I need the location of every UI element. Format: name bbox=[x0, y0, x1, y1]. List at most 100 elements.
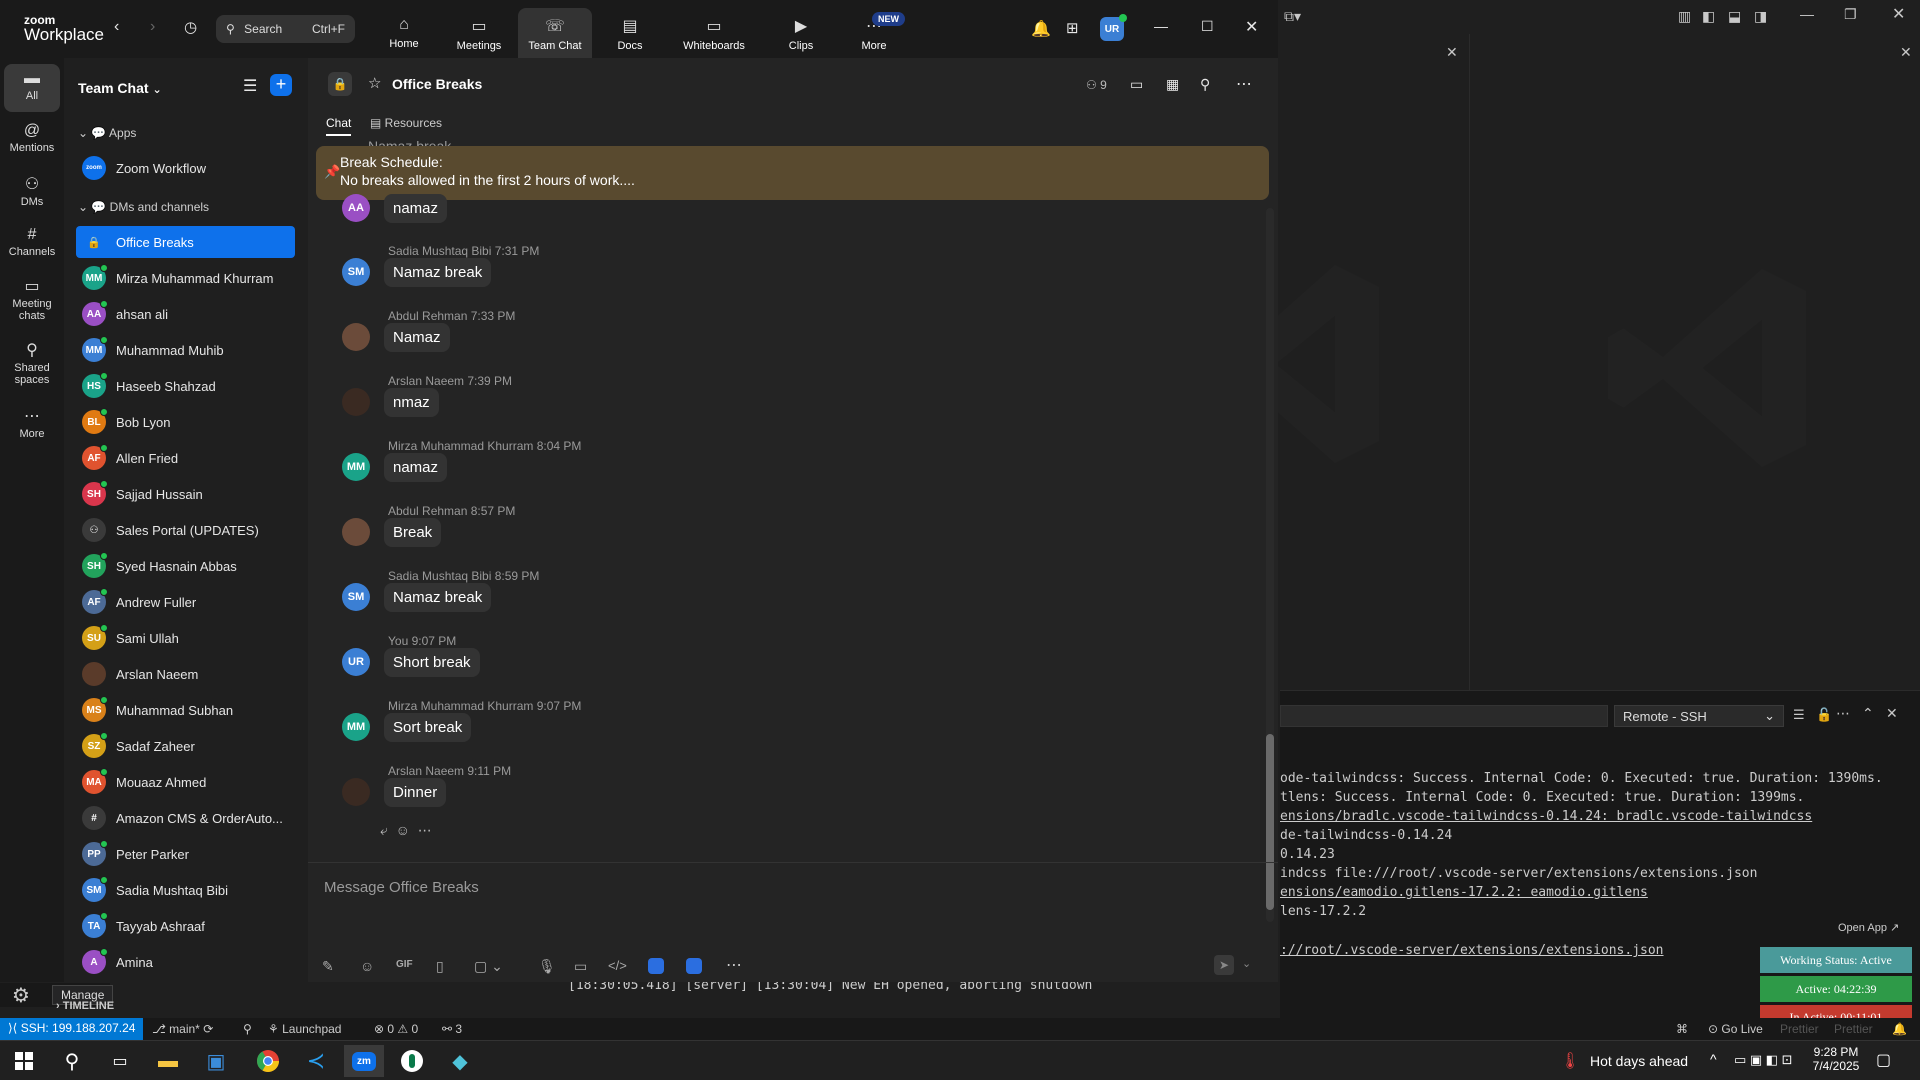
restore-icon[interactable]: ❐ bbox=[1844, 6, 1857, 23]
microphone-icon[interactable]: 🎙 bbox=[538, 958, 556, 975]
launchpad-item[interactable]: ⚘ Launchpad bbox=[268, 1022, 341, 1036]
screenshot-icon[interactable]: ▢ ⌄ bbox=[474, 958, 503, 975]
close-icon[interactable]: ✕ bbox=[1245, 17, 1258, 37]
avatar[interactable]: MM bbox=[342, 713, 370, 741]
app-taskbar-icon[interactable] bbox=[392, 1045, 432, 1077]
search-input[interactable]: ⚲ Search Ctrl+F bbox=[216, 15, 355, 43]
avatar[interactable] bbox=[342, 388, 370, 416]
sidebar-item-contact[interactable]: A Amina bbox=[76, 946, 295, 978]
zoom-taskbar-icon[interactable]: zm bbox=[344, 1045, 384, 1077]
message-item[interactable]: Arslan Naeem 7:39 PM nmaz bbox=[332, 374, 932, 430]
message-item[interactable]: Abdul Rehman 7:33 PM Namaz bbox=[332, 309, 932, 365]
store-icon[interactable]: ▣ bbox=[196, 1045, 236, 1077]
nav-whiteboards[interactable]: ▭ Whiteboards bbox=[676, 8, 752, 58]
star-icon[interactable]: ☆ bbox=[368, 74, 381, 92]
pinned-message[interactable]: 📌 Break Schedule: No breaks allowed in t… bbox=[316, 146, 1269, 200]
remote-ssh-indicator[interactable]: ⟩⟨ SSH: 199.188.207.24 bbox=[0, 1018, 144, 1040]
message-item[interactable]: Abdul Rehman 8:57 PM Break bbox=[332, 504, 932, 560]
tray-chevron-icon[interactable]: ^ bbox=[1710, 1051, 1717, 1067]
more-icon[interactable]: ⋯ bbox=[1836, 705, 1850, 722]
nav-home[interactable]: ⌂ Home bbox=[367, 8, 441, 58]
tab-chat[interactable]: Chat bbox=[326, 116, 352, 136]
video-call-icon[interactable]: ▭ bbox=[1130, 76, 1143, 93]
message-item[interactable]: Arslan Naeem 9:11 PM Dinner bbox=[332, 764, 932, 820]
close-panel-icon[interactable]: ✕ bbox=[1886, 705, 1898, 722]
sidebar-item-contact[interactable]: HS Haseeb Shahzad bbox=[76, 370, 295, 402]
forward-icon[interactable]: › bbox=[150, 18, 155, 36]
avatar[interactable]: UR bbox=[342, 648, 370, 676]
sidebar-item-contact[interactable]: ⚇ Sales Portal (UPDATES) bbox=[76, 514, 295, 546]
sidebar-item-contact[interactable]: SH Syed Hasnain Abbas bbox=[76, 550, 295, 582]
minimize-icon[interactable]: — bbox=[1800, 6, 1814, 22]
filter-icon[interactable]: ☰ bbox=[243, 76, 257, 96]
bell-icon[interactable]: 🔔 bbox=[1031, 19, 1051, 39]
clock[interactable]: 9:28 PM 7/4/2025 bbox=[1808, 1045, 1864, 1073]
sidebar-title[interactable]: Team Chat ⌄ bbox=[78, 80, 162, 96]
toggle-sidebar-icon[interactable]: ◧ bbox=[1702, 8, 1715, 25]
timeline-section[interactable]: › TIMELINE bbox=[56, 1000, 114, 1012]
sidebar-item-contact[interactable]: SZ Sadaf Zaheer bbox=[76, 730, 295, 762]
copilot-status-icon[interactable]: ⌘ bbox=[1676, 1022, 1688, 1036]
section-dms-channels[interactable]: ⌄ 💬 DMs and channels bbox=[78, 200, 209, 214]
app-zoom-workflow[interactable]: zoom Zoom Workflow bbox=[76, 152, 295, 184]
terminal-filter-input[interactable] bbox=[1280, 705, 1608, 727]
toggle-panel-icon[interactable]: ⬓ bbox=[1728, 8, 1741, 25]
avatar[interactable] bbox=[342, 778, 370, 806]
send-icon[interactable]: ➤ bbox=[1214, 955, 1234, 975]
sidebar-item-contact[interactable]: # Amazon CMS & OrderAuto... bbox=[76, 802, 295, 834]
back-icon[interactable]: ‹ bbox=[114, 18, 119, 36]
code-icon[interactable]: </> bbox=[608, 958, 627, 973]
format-icon[interactable]: ✎ bbox=[322, 958, 334, 975]
notification-center-icon[interactable]: ▢ bbox=[1876, 1050, 1891, 1070]
members-button[interactable]: ⚇ 9 bbox=[1086, 78, 1107, 92]
toggle-secondary-sidebar-icon[interactable]: ◨ bbox=[1754, 8, 1767, 25]
close-editor-icon[interactable]: ✕ bbox=[1446, 44, 1458, 61]
task-view-icon[interactable]: ▭ bbox=[100, 1045, 140, 1077]
sidebar-item-office-breaks[interactable]: 🔒 Office Breaks bbox=[76, 226, 295, 258]
scrollbar[interactable] bbox=[1266, 208, 1274, 922]
reply-icon[interactable]: ⤶ bbox=[380, 822, 388, 838]
more-tools-icon[interactable]: ⋯ bbox=[726, 955, 742, 975]
whiteboard-share-icon[interactable] bbox=[686, 958, 702, 974]
rail-meeting-chats[interactable]: ▭ Meeting chats bbox=[4, 278, 60, 322]
rail-all[interactable]: ▬ All bbox=[4, 64, 60, 112]
golive-item[interactable]: ⊙ Go Live bbox=[1708, 1022, 1763, 1036]
sidebar-item-contact[interactable]: MM Mirza Muhammad Khurram bbox=[76, 262, 295, 294]
minimize-icon[interactable]: — bbox=[1154, 18, 1168, 34]
message-item[interactable]: UR You 9:07 PM Short break bbox=[332, 634, 932, 690]
avatar[interactable]: MM bbox=[342, 453, 370, 481]
close-editor-right-icon[interactable]: ✕ bbox=[1900, 44, 1912, 61]
branch-item[interactable]: ⎇ main* ⟳ bbox=[152, 1022, 213, 1036]
notifications-icon[interactable]: 🔔 bbox=[1892, 1022, 1907, 1036]
vscode-taskbar-icon[interactable]: ≺ bbox=[296, 1045, 336, 1077]
rail-channels[interactable]: # Channels bbox=[4, 226, 60, 258]
sidebar-item-contact[interactable]: MM Muhammad Muhib bbox=[76, 334, 295, 366]
nav-team-chat[interactable]: ☏ Team Chat bbox=[518, 8, 592, 58]
message-input[interactable]: Message Office Breaks bbox=[324, 879, 479, 896]
rail-dms[interactable]: ⚇ DMs bbox=[4, 174, 60, 208]
new-chat-button[interactable]: + bbox=[270, 74, 292, 96]
file-icon[interactable]: ▯ bbox=[436, 958, 444, 975]
message-item[interactable]: AA namaz bbox=[332, 194, 932, 250]
close-icon[interactable]: ✕ bbox=[1892, 4, 1905, 24]
maximize-icon[interactable]: ☐ bbox=[1201, 18, 1214, 35]
output-channel-select[interactable]: Remote - SSH ⌄ bbox=[1614, 705, 1784, 727]
avatar[interactable] bbox=[342, 518, 370, 546]
history-icon[interactable]: ◷ bbox=[184, 18, 197, 36]
sidebar-item-contact[interactable]: AF Allen Fried bbox=[76, 442, 295, 474]
sidebar-item-contact[interactable]: AA ahsan ali bbox=[76, 298, 295, 330]
app-icon[interactable] bbox=[648, 958, 664, 974]
file-explorer-icon[interactable]: ▬ bbox=[148, 1045, 188, 1077]
calendar-icon[interactable]: ▦ bbox=[1166, 76, 1179, 93]
message-item[interactable]: SM Sadia Mushtaq Bibi 8:59 PM Namaz break bbox=[332, 569, 932, 625]
sidebar-item-contact[interactable]: AF Andrew Fuller bbox=[76, 586, 295, 618]
sidebar-item-contact[interactable]: MS Muhammad Subhan bbox=[76, 694, 295, 726]
sidebar-item-contact[interactable]: MA Mouaaz Ahmed bbox=[76, 766, 295, 798]
ports-item[interactable]: ⚯ 3 bbox=[442, 1022, 462, 1036]
emoji-icon[interactable]: ☺ bbox=[360, 958, 374, 974]
nav-meetings[interactable]: ▭ Meetings bbox=[442, 8, 516, 58]
avatar[interactable]: SM bbox=[342, 583, 370, 611]
sidebar-item-contact[interactable]: PP Peter Parker bbox=[76, 838, 295, 870]
sidebar-item-contact[interactable]: BL Bob Lyon bbox=[76, 406, 295, 438]
avatar[interactable]: AA bbox=[342, 194, 370, 222]
